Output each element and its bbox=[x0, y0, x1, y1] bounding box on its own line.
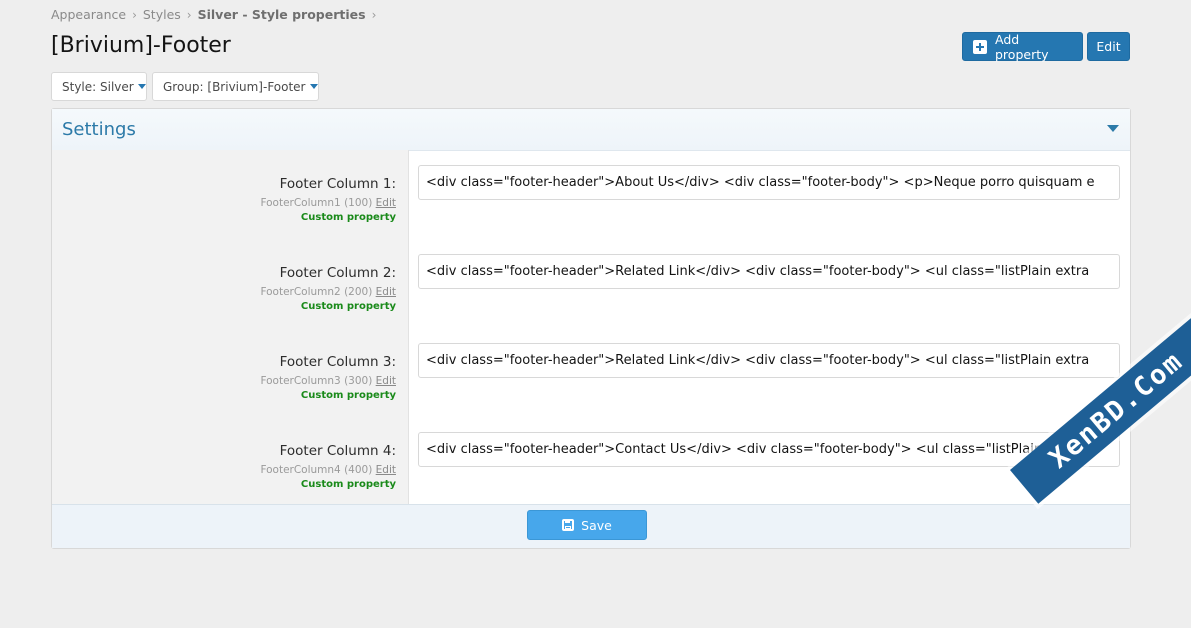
add-property-label: Add property bbox=[995, 31, 1049, 62]
property-label-group: Footer Column 1: FooterColumn1 (100) Edi… bbox=[56, 175, 396, 224]
settings-header[interactable]: Settings bbox=[52, 109, 1130, 151]
property-id: FooterColumn4 (400) bbox=[260, 464, 373, 476]
style-filter-label: Style: Silver bbox=[62, 79, 134, 94]
property-name: Footer Column 4: bbox=[279, 443, 396, 459]
collapse-toggle-icon[interactable] bbox=[1107, 125, 1119, 132]
save-label: Save bbox=[581, 517, 612, 533]
group-filter-dropdown[interactable]: Group: [Brivium]-Footer bbox=[152, 72, 319, 101]
property-value-input[interactable]: <div class="footer-header">Related Link<… bbox=[418, 254, 1120, 289]
property-edit-link[interactable]: Edit bbox=[376, 375, 396, 387]
breadcrumb: Appearance › Styles › Silver - Style pro… bbox=[51, 7, 382, 22]
property-row-footer-column-4: Footer Column 4: FooterColumn4 (400) Edi… bbox=[52, 417, 1130, 506]
property-name: Footer Column 3: bbox=[279, 354, 396, 370]
property-meta: FooterColumn4 (400) Edit bbox=[56, 462, 396, 478]
edit-button[interactable]: Edit bbox=[1087, 32, 1130, 61]
property-id: FooterColumn2 (200) bbox=[260, 286, 373, 298]
form-submit-row: Save bbox=[52, 504, 1130, 548]
property-value-input[interactable]: <div class="footer-header">About Us</div… bbox=[418, 165, 1120, 200]
breadcrumb-separator-icon: › bbox=[132, 7, 137, 22]
page-title: [Brivium]-Footer bbox=[51, 33, 231, 58]
breadcrumb-separator-icon: › bbox=[186, 7, 192, 22]
property-meta: FooterColumn1 (100) Edit bbox=[56, 195, 396, 211]
style-filter-dropdown[interactable]: Style: Silver bbox=[51, 72, 147, 101]
property-id: FooterColumn3 (300) bbox=[260, 375, 373, 387]
custom-property-badge: Custom property bbox=[300, 390, 396, 401]
plus-icon bbox=[973, 39, 987, 54]
property-id: FooterColumn1 (100) bbox=[260, 197, 373, 209]
save-button[interactable]: Save bbox=[527, 510, 647, 540]
custom-property-badge: Custom property bbox=[300, 212, 396, 223]
property-edit-link[interactable]: Edit bbox=[376, 286, 396, 298]
property-meta: FooterColumn2 (200) Edit bbox=[56, 284, 396, 300]
caret-down-icon bbox=[137, 84, 146, 89]
edit-label: Edit bbox=[1096, 39, 1121, 54]
property-row-footer-column-2: Footer Column 2: FooterColumn2 (200) Edi… bbox=[52, 239, 1130, 328]
add-property-button[interactable]: Add property bbox=[962, 31, 1083, 62]
property-value-input[interactable]: <div class="footer-header">Contact Us</d… bbox=[418, 432, 1120, 467]
floppy-disk-icon bbox=[562, 519, 575, 531]
property-label-group: Footer Column 2: FooterColumn2 (200) Edi… bbox=[56, 264, 396, 313]
settings-form: Footer Column 1: FooterColumn1 (100) Edi… bbox=[52, 150, 1130, 507]
property-row-footer-column-3: Footer Column 3: FooterColumn3 (300) Edi… bbox=[52, 328, 1130, 417]
breadcrumb-style-properties[interactable]: Silver - Style properties bbox=[198, 7, 366, 22]
property-meta: FooterColumn3 (300) Edit bbox=[56, 373, 396, 389]
property-edit-link[interactable]: Edit bbox=[376, 464, 396, 476]
custom-property-badge: Custom property bbox=[300, 301, 396, 312]
breadcrumb-appearance[interactable]: Appearance bbox=[51, 7, 126, 22]
property-edit-link[interactable]: Edit bbox=[376, 197, 396, 209]
property-name: Footer Column 2: bbox=[279, 265, 396, 281]
caret-down-icon bbox=[309, 84, 318, 89]
property-label-group: Footer Column 3: FooterColumn3 (300) Edi… bbox=[56, 353, 396, 402]
settings-block: Settings Footer Column 1: FooterColumn1 … bbox=[51, 108, 1131, 549]
property-row-footer-column-1: Footer Column 1: FooterColumn1 (100) Edi… bbox=[52, 150, 1130, 239]
group-filter-label: Group: [Brivium]-Footer bbox=[163, 79, 306, 94]
property-label-group: Footer Column 4: FooterColumn4 (400) Edi… bbox=[56, 442, 396, 491]
custom-property-badge: Custom property bbox=[300, 479, 396, 490]
breadcrumb-styles[interactable]: Styles bbox=[143, 7, 181, 22]
property-name: Footer Column 1: bbox=[279, 176, 396, 192]
settings-title: Settings bbox=[62, 119, 136, 140]
breadcrumb-separator-icon: › bbox=[371, 7, 377, 22]
property-value-input[interactable]: <div class="footer-header">Related Link<… bbox=[418, 343, 1120, 378]
